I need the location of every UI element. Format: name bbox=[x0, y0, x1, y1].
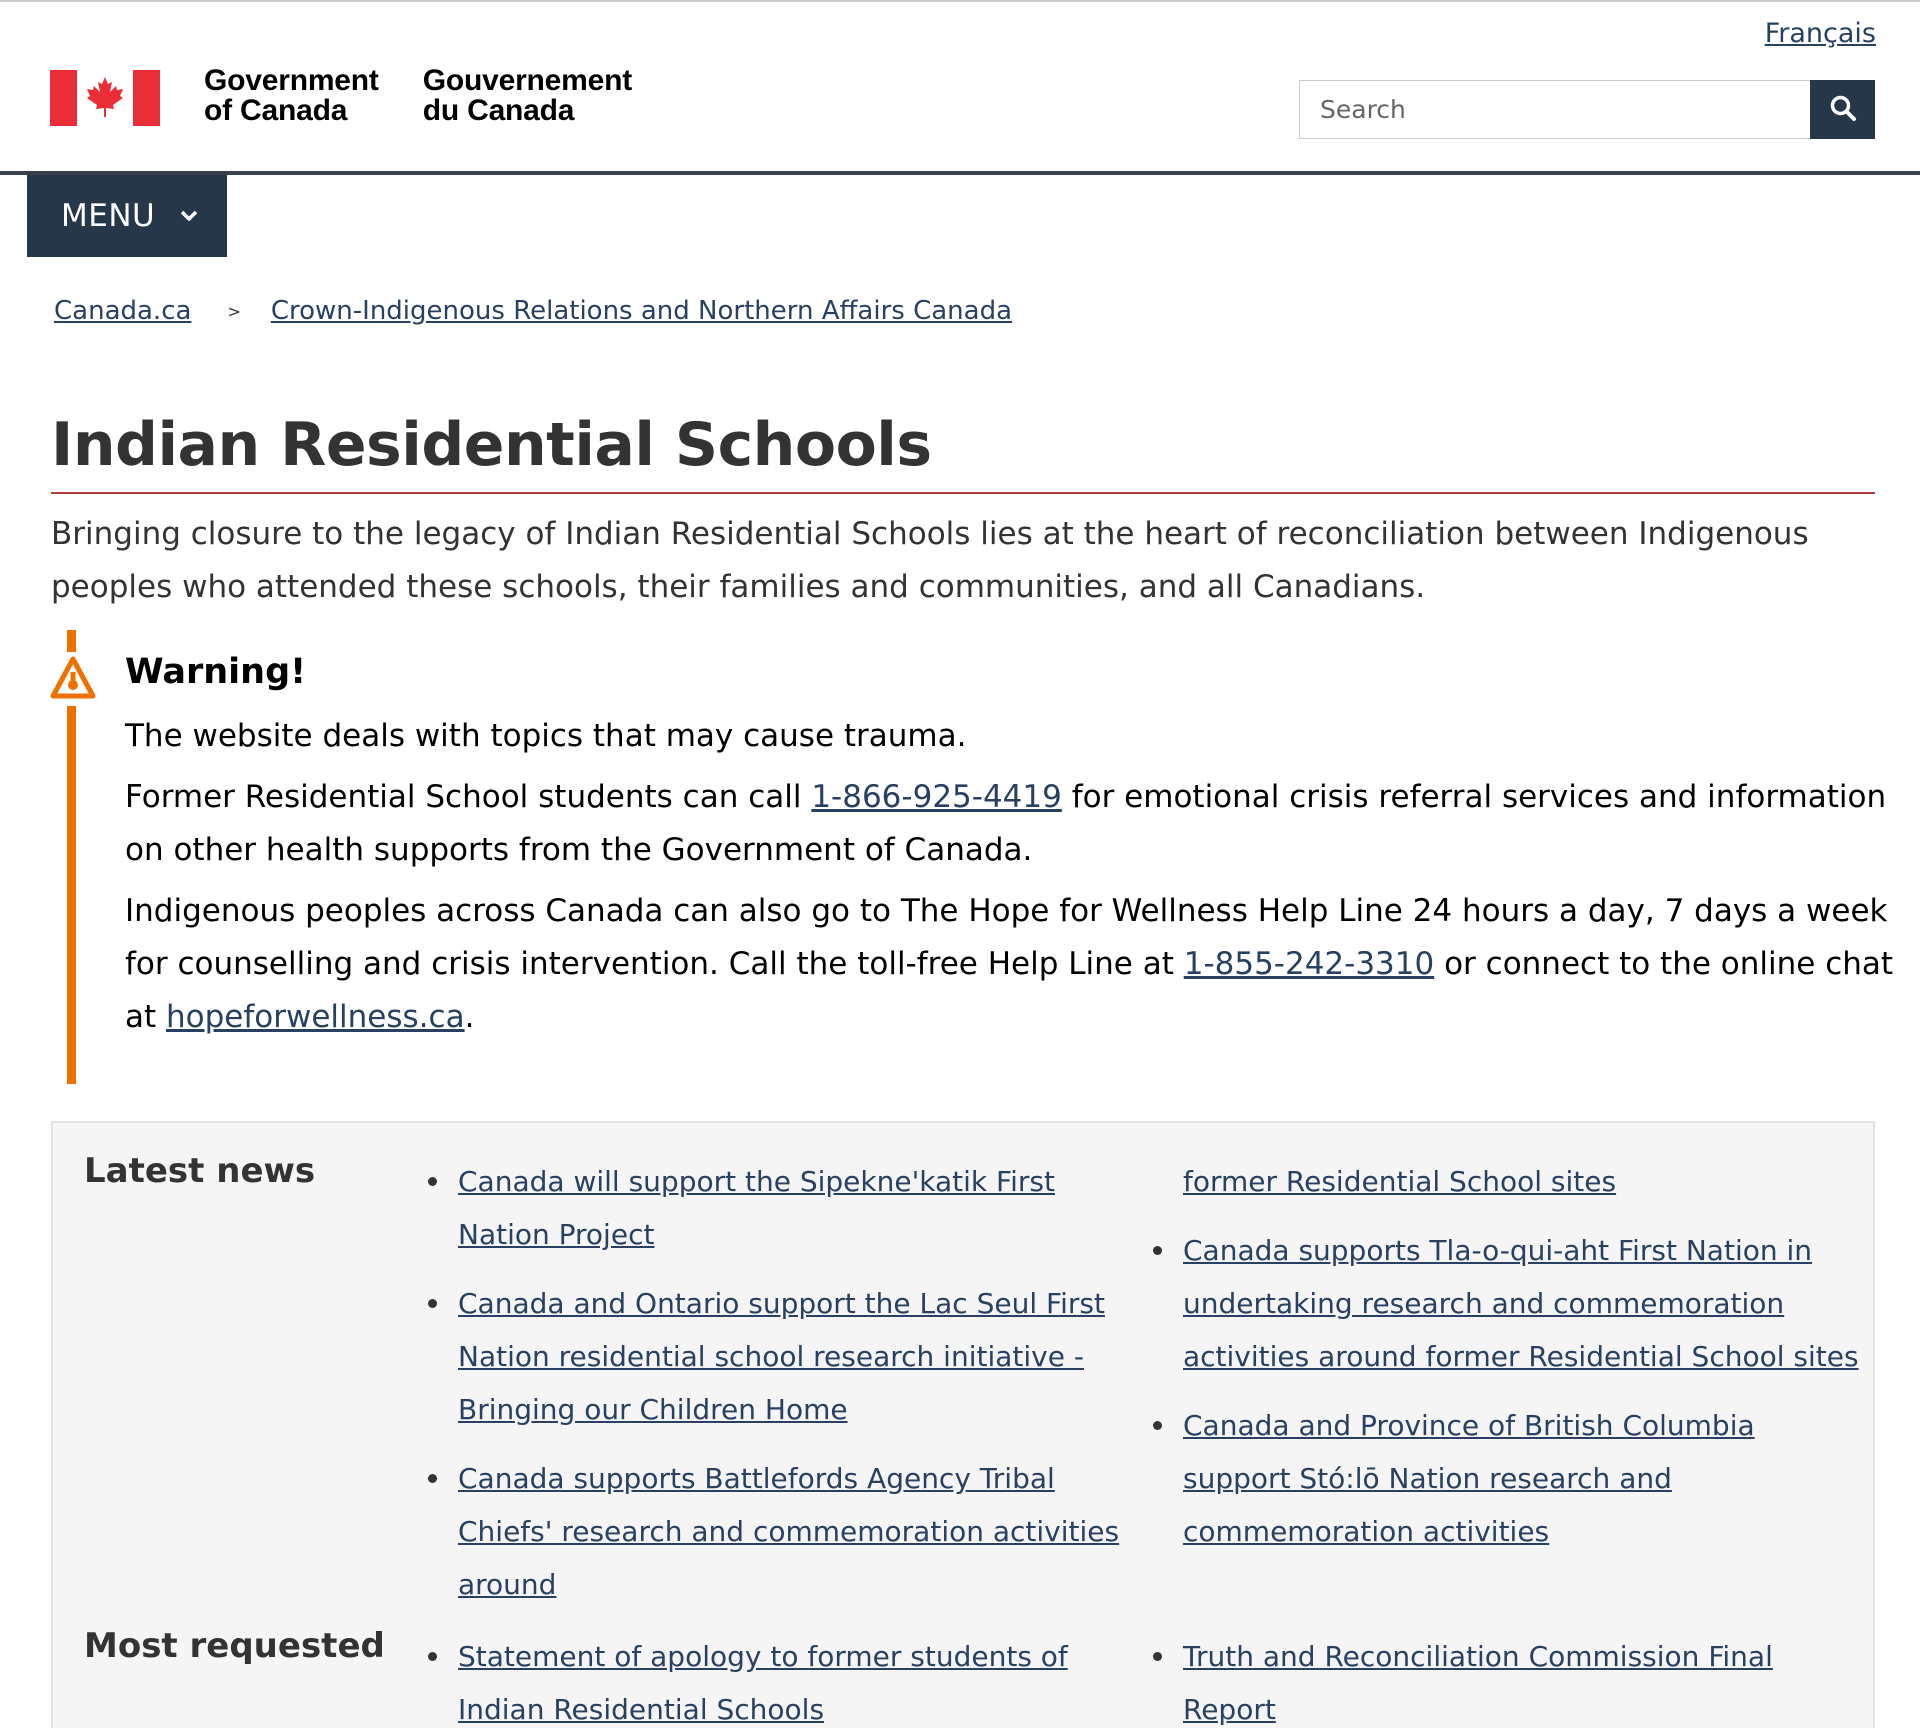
header-divider bbox=[0, 171, 1920, 175]
list-item: Statement of apology to former students … bbox=[428, 1630, 1148, 1728]
breadcrumb-canada-ca[interactable]: Canada.ca bbox=[54, 296, 191, 326]
news-link[interactable]: Canada and Ontario support the Lac Seul … bbox=[458, 1287, 1105, 1426]
search-input[interactable] bbox=[1299, 80, 1810, 139]
hopeforwellness-link[interactable]: hopeforwellness.ca bbox=[166, 999, 465, 1035]
language-toggle-link[interactable]: Français bbox=[1765, 18, 1876, 49]
list-item: Truth and Reconciliation Commission Fina… bbox=[1153, 1630, 1873, 1728]
latest-news-column-2: former Residential School sites Canada s… bbox=[1153, 1155, 1863, 1574]
warning-heading: Warning! bbox=[125, 652, 307, 692]
warning-bar bbox=[67, 706, 76, 1084]
search-button[interactable] bbox=[1810, 80, 1875, 139]
top-border bbox=[0, 0, 1920, 2]
breadcrumb: Canada.ca > Crown-Indigenous Relations a… bbox=[54, 296, 1012, 326]
most-requested-heading: Most requested bbox=[84, 1626, 385, 1666]
most-requested-link[interactable]: Truth and Reconciliation Commission Fina… bbox=[1183, 1640, 1773, 1726]
latest-news-column-1: Canada will support the Sipekne'katik Fi… bbox=[428, 1155, 1148, 1627]
list-item: Canada supports Battlefords Agency Triba… bbox=[428, 1452, 1148, 1611]
most-requested-column-1: Statement of apology to former students … bbox=[428, 1630, 1148, 1728]
title-underline bbox=[51, 492, 1875, 494]
breadcrumb-cirnac[interactable]: Crown-Indigenous Relations and Northern … bbox=[271, 296, 1012, 326]
news-link[interactable]: Canada will support the Sipekne'katik Fi… bbox=[458, 1165, 1055, 1251]
breadcrumb-separator: > bbox=[227, 301, 241, 321]
wordmark-french: Gouvernement du Canada bbox=[422, 64, 633, 127]
phone-link-crisis[interactable]: 1-866-925-4419 bbox=[811, 779, 1062, 815]
most-requested-link[interactable]: Statement of apology to former students … bbox=[458, 1640, 1068, 1726]
list-item: Canada and Ontario support the Lac Seul … bbox=[428, 1277, 1148, 1436]
warning-paragraph-3: Indigenous peoples across Canada can als… bbox=[125, 893, 1894, 1035]
list-item: Canada supports Tla-o-qui-aht First Nati… bbox=[1153, 1224, 1863, 1383]
list-item: Canada and Province of British Columbia … bbox=[1153, 1399, 1863, 1558]
phone-link-hope[interactable]: 1-855-242-3310 bbox=[1184, 946, 1435, 982]
chevron-down-icon bbox=[179, 209, 199, 223]
wordmark-english: Government of Canada bbox=[204, 64, 379, 127]
news-link[interactable]: Canada and Province of British Columbia … bbox=[1183, 1409, 1755, 1548]
page-lead: Bringing closure to the legacy of Indian… bbox=[51, 516, 1809, 605]
government-signature[interactable]: Government of Canada Gouvernement du Can… bbox=[50, 66, 632, 126]
search-icon bbox=[1829, 94, 1857, 125]
list-item: Canada will support the Sipekne'katik Fi… bbox=[428, 1155, 1148, 1261]
page-title: Indian Residential Schools bbox=[51, 410, 932, 480]
warning-paragraph-1: The website deals with topics that may c… bbox=[125, 718, 967, 754]
warning-bar-top bbox=[67, 630, 76, 652]
latest-news-heading: Latest news bbox=[84, 1151, 316, 1191]
search-form bbox=[1299, 80, 1875, 139]
menu-label: MENU bbox=[61, 198, 156, 234]
menu-button[interactable]: MENU bbox=[27, 175, 227, 257]
news-link[interactable]: Canada supports Tla-o-qui-aht First Nati… bbox=[1183, 1234, 1859, 1373]
features-panel: Latest news Canada will support the Sipe… bbox=[51, 1121, 1875, 1728]
list-item: former Residential School sites bbox=[1183, 1155, 1863, 1208]
news-link[interactable]: former Residential School sites bbox=[1183, 1165, 1616, 1198]
news-link[interactable]: Canada supports Battlefords Agency Triba… bbox=[458, 1462, 1119, 1601]
warning-body: Warning! The website deals with topics t… bbox=[125, 650, 1920, 1052]
canada-flag-icon bbox=[50, 70, 160, 126]
warning-triangle-icon bbox=[50, 656, 96, 704]
most-requested-column-2: Truth and Reconciliation Commission Fina… bbox=[1153, 1630, 1873, 1728]
warning-paragraph-2: Former Residential School students can c… bbox=[125, 779, 1887, 868]
